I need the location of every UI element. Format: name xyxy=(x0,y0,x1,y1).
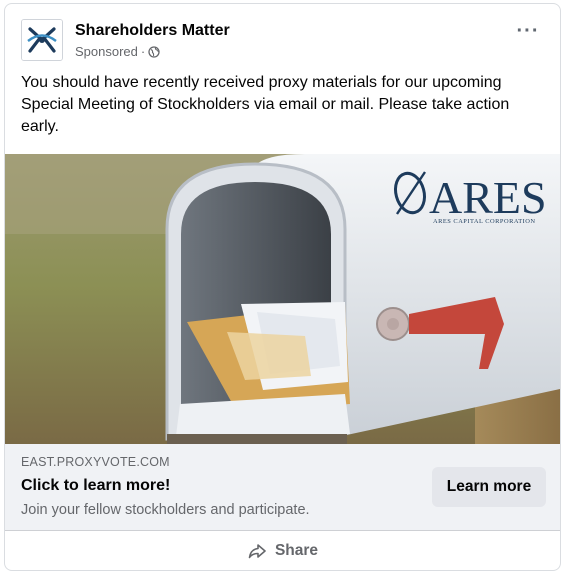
ares-brand-name: ARES xyxy=(429,172,547,223)
mailbox-photo: ARES ARES CAPITAL CORPORATION xyxy=(5,154,560,444)
share-arrow-icon xyxy=(248,544,266,559)
shareholders-matter-logo-icon xyxy=(22,20,62,60)
post-header: Shareholders Matter Sponsored · ··· xyxy=(5,4,560,66)
link-domain: EAST.PROXYVOTE.COM xyxy=(21,455,170,469)
separator-dot: · xyxy=(140,44,146,59)
post-text: You should have recently received proxy … xyxy=(21,74,510,135)
share-label: Share xyxy=(274,542,319,559)
ares-tagline: ARES CAPITAL CORPORATION xyxy=(433,218,536,225)
sponsored-post-card: Shareholders Matter Sponsored · ··· You … xyxy=(4,3,561,571)
link-headline[interactable]: Click to learn more! xyxy=(21,477,170,495)
more-options-icon[interactable]: ··· xyxy=(510,21,546,48)
link-preview[interactable]: EAST.PROXYVOTE.COM Click to learn more! … xyxy=(5,444,560,530)
share-button[interactable]: Share xyxy=(247,541,318,561)
learn-more-button[interactable]: Learn more xyxy=(432,467,546,507)
sponsored-label[interactable]: Sponsored xyxy=(75,44,138,59)
globe-icon xyxy=(148,45,160,58)
link-description: Join your fellow stockholders and partic… xyxy=(21,502,310,518)
post-action-bar: Share xyxy=(5,530,560,570)
page-avatar[interactable] xyxy=(21,19,63,61)
ad-image[interactable]: ARES ARES CAPITAL CORPORATION xyxy=(5,154,560,444)
page-name[interactable]: Shareholders Matter xyxy=(75,22,230,40)
sponsored-line: Sponsored · xyxy=(75,44,160,59)
